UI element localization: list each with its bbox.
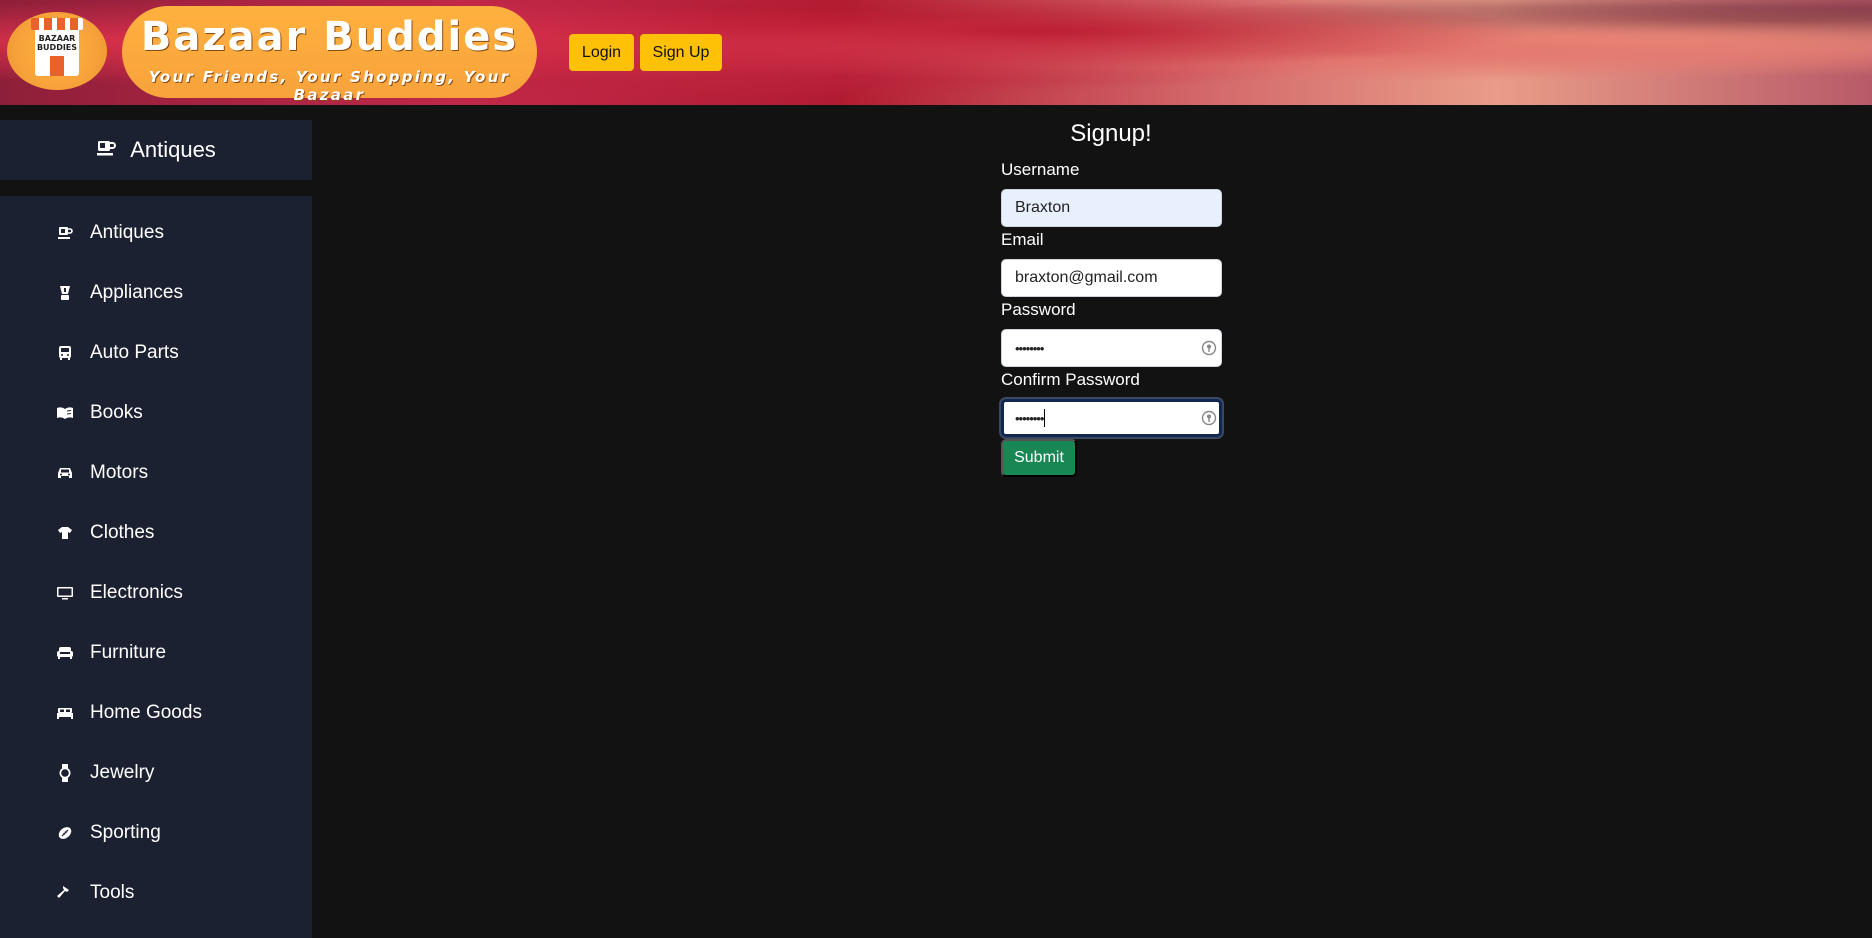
- email-field[interactable]: braxton@gmail.com: [1001, 259, 1222, 297]
- couch-icon: [56, 644, 74, 662]
- blender-icon: [56, 284, 74, 302]
- brand-title: Bazaar Buddies: [140, 14, 519, 60]
- sidebar-item-motors[interactable]: Motors: [0, 451, 312, 495]
- logo[interactable]: BAZAAR BUDDIES: [7, 12, 107, 90]
- watch-icon: [56, 764, 74, 782]
- sidebar-item-label: Antiques: [90, 222, 164, 243]
- password-manager-icon[interactable]: [1201, 410, 1217, 426]
- header-banner: BAZAAR BUDDIES Bazaar Buddies Your Friend…: [0, 0, 1872, 105]
- password-value: ••••••••: [1015, 340, 1044, 356]
- coffee-cup-icon: [96, 137, 117, 163]
- username-label: Username: [1001, 160, 1080, 179]
- sidebar-item-furniture[interactable]: Furniture: [0, 631, 312, 675]
- password-field[interactable]: ••••••••: [1001, 329, 1222, 367]
- sidebar-item-label: Electronics: [90, 582, 183, 603]
- shirt-icon: [56, 524, 74, 542]
- brand-banner: Bazaar Buddies Your Friends, Your Shoppi…: [122, 6, 537, 104]
- sidebar-item-books[interactable]: Books: [0, 391, 312, 435]
- sidebar-item-jewelry[interactable]: Jewelry: [0, 751, 312, 795]
- store-icon: BAZAAR BUDDIES: [31, 18, 83, 76]
- email-value: braxton@gmail.com: [1015, 269, 1158, 286]
- confirm-password-value: ••••••••: [1015, 410, 1044, 426]
- username-field[interactable]: Braxton: [1001, 189, 1222, 227]
- sidebar-item-tools[interactable]: Tools: [0, 871, 312, 915]
- sidebar-item-electronics[interactable]: Electronics: [0, 571, 312, 615]
- sidebar-item-label: Tools: [90, 882, 135, 903]
- football-icon: [56, 824, 74, 842]
- sidebar: Antiques Antiques Appliances Auto Parts …: [0, 105, 312, 938]
- bus-icon: [56, 344, 74, 362]
- sidebar-item-clothes[interactable]: Clothes: [0, 511, 312, 555]
- login-button[interactable]: Login: [569, 34, 634, 71]
- confirm-password-label: Confirm Password: [1001, 370, 1140, 389]
- current-category-title: Antiques: [130, 137, 216, 162]
- sidebar-item-label: Motors: [90, 462, 149, 483]
- brand-tagline: Your Friends, Your Shopping, Your Bazaar: [148, 68, 511, 104]
- username-value: Braxton: [1015, 199, 1071, 216]
- coffee-cup-icon: [56, 224, 74, 242]
- category-list: Antiques Appliances Auto Parts Books Mot…: [0, 196, 312, 938]
- sidebar-item-antiques[interactable]: Antiques: [0, 211, 312, 255]
- signup-button[interactable]: Sign Up: [640, 34, 722, 71]
- monitor-icon: [56, 584, 74, 602]
- hammer-icon: [56, 884, 74, 902]
- sidebar-item-appliances[interactable]: Appliances: [0, 271, 312, 315]
- current-category-header: Antiques: [0, 120, 312, 180]
- password-label: Password: [1001, 300, 1076, 319]
- car-icon: [56, 464, 74, 482]
- email-label: Email: [1001, 230, 1044, 249]
- sidebar-item-label: Jewelry: [90, 762, 155, 783]
- sidebar-item-sporting[interactable]: Sporting: [0, 811, 312, 855]
- sidebar-item-label: Home Goods: [90, 702, 202, 723]
- sidebar-item-auto-parts[interactable]: Auto Parts: [0, 331, 312, 375]
- submit-button[interactable]: Submit: [1001, 439, 1077, 477]
- confirm-password-field[interactable]: ••••••••: [1001, 399, 1222, 437]
- text-cursor: [1044, 409, 1046, 427]
- password-manager-icon[interactable]: [1201, 340, 1217, 356]
- open-book-icon: [56, 404, 74, 422]
- sidebar-item-label: Sporting: [90, 822, 161, 843]
- sidebar-item-label: Clothes: [90, 522, 155, 543]
- sidebar-item-label: Auto Parts: [90, 342, 179, 363]
- sidebar-item-label: Furniture: [90, 642, 167, 663]
- sidebar-item-home-goods[interactable]: Home Goods: [0, 691, 312, 735]
- bed-icon: [56, 704, 74, 722]
- sidebar-item-label: Appliances: [90, 282, 183, 303]
- form-title: Signup!: [1070, 120, 1152, 147]
- sidebar-item-label: Books: [90, 402, 143, 423]
